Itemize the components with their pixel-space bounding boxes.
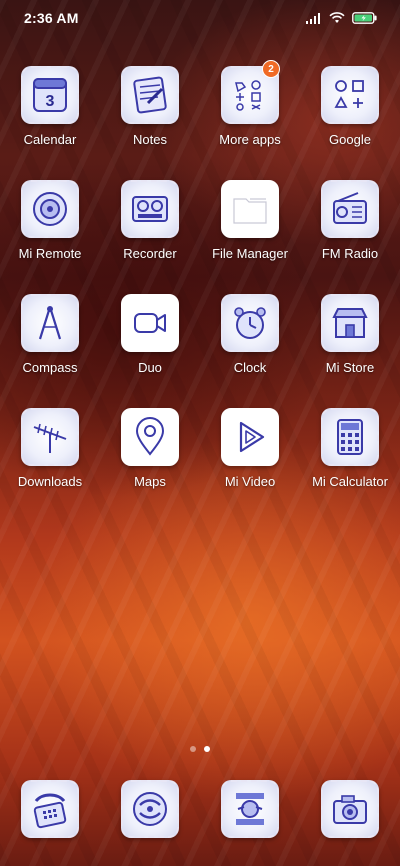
notes-icon	[121, 66, 179, 124]
messages-icon	[121, 780, 179, 838]
antenna-icon	[21, 408, 79, 466]
page-indicator	[0, 746, 400, 752]
app-more-apps[interactable]: 2 More apps	[200, 60, 300, 174]
app-recorder[interactable]: Recorder	[100, 174, 200, 288]
app-downloads[interactable]: Downloads	[0, 402, 100, 516]
store-icon	[321, 294, 379, 352]
app-label: FM Radio	[321, 246, 379, 261]
app-label: Recorder	[123, 246, 177, 261]
app-label: Mi Video	[224, 474, 276, 489]
dock-phone[interactable]	[0, 780, 100, 842]
app-label: File Manager	[212, 246, 288, 261]
app-clock[interactable]: Clock	[200, 288, 300, 402]
compass-icon	[21, 294, 79, 352]
app-mi-store[interactable]: Mi Store	[300, 288, 400, 402]
tape-recorder-icon	[121, 180, 179, 238]
status-bar: 2:36 AM	[0, 0, 400, 36]
app-label: Maps	[134, 474, 166, 489]
camera-icon	[321, 780, 379, 838]
app-label: Mi Store	[325, 360, 375, 375]
app-google[interactable]: Google	[300, 60, 400, 174]
app-fm-radio[interactable]: FM Radio	[300, 174, 400, 288]
app-file-manager[interactable]: File Manager	[200, 174, 300, 288]
app-label: Calendar	[23, 132, 77, 147]
app-mi-calculator[interactable]: Mi Calculator	[300, 402, 400, 516]
page-dot-active[interactable]	[204, 746, 210, 752]
play-icon	[221, 408, 279, 466]
map-pin-icon	[121, 408, 179, 466]
radio-icon	[321, 180, 379, 238]
phone-icon	[21, 780, 79, 838]
app-maps[interactable]: Maps	[100, 402, 200, 516]
app-notes[interactable]: Notes	[100, 60, 200, 174]
app-grid: 3 Calendar Notes 2 More apps Google Mi R…	[0, 60, 400, 516]
calendar-icon: 3	[21, 66, 79, 124]
app-mi-remote[interactable]: Mi Remote	[0, 174, 100, 288]
app-label: Mi Calculator	[312, 474, 388, 489]
page-dot[interactable]	[190, 746, 196, 752]
dock-camera[interactable]	[300, 780, 400, 842]
app-compass[interactable]: Compass	[0, 288, 100, 402]
video-camera-icon	[121, 294, 179, 352]
app-mi-video[interactable]: Mi Video	[200, 402, 300, 516]
app-label: Downloads	[17, 474, 83, 489]
google-folder-icon	[321, 66, 379, 124]
app-duo[interactable]: Duo	[100, 288, 200, 402]
app-label: Clock	[233, 360, 267, 375]
remote-icon	[21, 180, 79, 238]
app-label: Mi Remote	[18, 246, 82, 261]
app-label: Google	[329, 132, 371, 147]
signal-icon	[306, 13, 320, 24]
app-label: Duo	[138, 360, 162, 375]
status-icons	[306, 12, 378, 24]
alarm-clock-icon	[221, 294, 279, 352]
notification-badge: 2	[262, 60, 280, 78]
dock-messages[interactable]	[100, 780, 200, 842]
app-label: Compass	[22, 360, 78, 375]
dock	[0, 780, 400, 842]
folder-icon	[221, 180, 279, 238]
app-calendar[interactable]: 3 Calendar	[0, 60, 100, 174]
battery-charging-icon	[352, 12, 377, 24]
wifi-icon	[329, 12, 345, 23]
badge-emblem-icon	[221, 780, 279, 838]
calendar-day: 3	[46, 93, 55, 110]
status-time: 2:36 AM	[24, 10, 79, 26]
calculator-icon	[321, 408, 379, 466]
app-label: Notes	[133, 132, 167, 147]
dock-emblem[interactable]	[200, 780, 300, 842]
app-label: More apps	[219, 132, 281, 147]
